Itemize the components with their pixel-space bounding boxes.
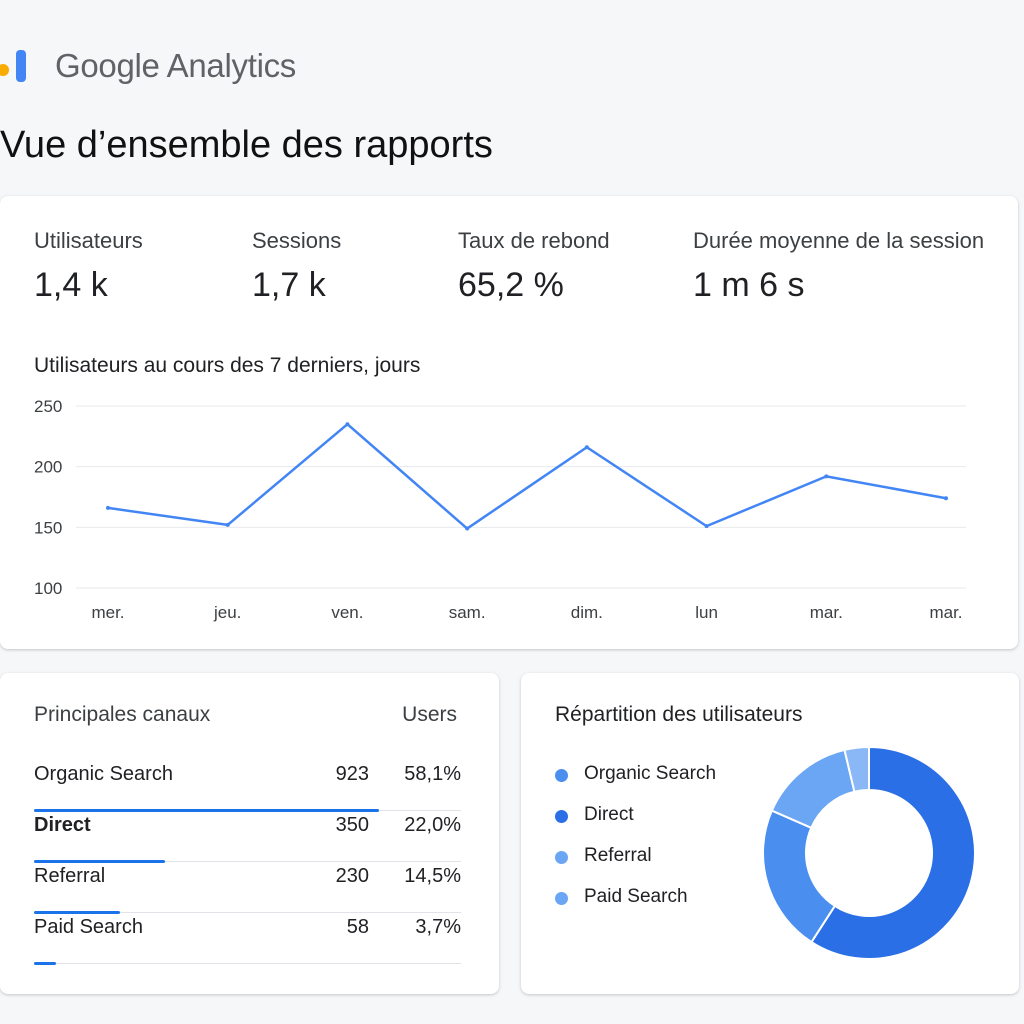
- data-point[interactable]: [106, 505, 110, 510]
- channel-percentage: 22,0%: [404, 814, 461, 836]
- y-tick-label: 250: [34, 397, 62, 416]
- metric-label: Taux de rebond: [458, 228, 610, 253]
- legend-dot-icon: [555, 810, 568, 823]
- y-tick-label: 150: [34, 518, 62, 537]
- channel-row[interactable]: Referral 230 14,5%: [34, 861, 461, 914]
- donut-slice[interactable]: [770, 748, 856, 830]
- metric-sessions[interactable]: Sessions 1,7 k: [252, 228, 341, 305]
- x-tick-label: mar.: [929, 603, 962, 622]
- legend-label: Organic Search: [584, 763, 717, 784]
- data-point[interactable]: [824, 474, 829, 479]
- channel-row[interactable]: Organic Search 923 58,1%: [34, 759, 461, 812]
- metric-session-duration[interactable]: Durée moyenne de la session 1 m 6 s: [693, 228, 984, 305]
- analytics-logo-icon: [0, 46, 30, 82]
- donut-slice[interactable]: [762, 809, 837, 944]
- users-series-line: [107, 422, 947, 530]
- page-title: Vue d’ensemble des rapports: [0, 124, 493, 166]
- users-donut-chart: [762, 745, 976, 960]
- channel-row[interactable]: Paid Search 58 3,7%: [34, 912, 461, 965]
- metric-value: 1,4 k: [34, 266, 108, 304]
- legend-dot-icon: [555, 851, 568, 864]
- x-tick-label: jeu.: [213, 603, 241, 622]
- metric-label: Utilisateurs: [34, 228, 143, 253]
- data-point[interactable]: [584, 445, 589, 450]
- data-point[interactable]: [465, 526, 470, 531]
- x-tick-label: lun: [695, 603, 718, 622]
- legend-label: Paid Search: [584, 886, 688, 907]
- metric-users[interactable]: Utilisateurs 1,4 k: [34, 228, 143, 305]
- channel-name: Organic Search: [34, 763, 173, 785]
- channel-row[interactable]: Direct 350 22,0%: [34, 810, 461, 863]
- x-tick-label: ven.: [331, 603, 363, 622]
- data-point[interactable]: [225, 522, 230, 527]
- x-tick-label: sam.: [449, 603, 486, 622]
- distribution-card: Répartition des utilisateurs Organic Sea…: [521, 673, 1019, 994]
- users-column-header: Users: [402, 703, 457, 726]
- y-tick-label: 100: [34, 579, 62, 598]
- metric-value: 65,2 %: [458, 266, 564, 304]
- channel-users: 58: [346, 916, 369, 938]
- legend-dot-icon: [555, 892, 568, 905]
- channel-percentage: 58,1%: [404, 763, 461, 785]
- channel-share-bar: [34, 962, 56, 965]
- metric-bounce-rate[interactable]: Taux de rebond 65,2 %: [458, 228, 610, 305]
- overview-card: Utilisateurs 1,4 k Sessions 1,7 k Taux d…: [0, 196, 1018, 649]
- metric-value: 1 m 6 s: [693, 266, 805, 304]
- channel-users: 230: [335, 865, 369, 887]
- legend-label: Direct: [584, 804, 634, 825]
- users-line-chart: 250 200 150 100 mer. jeu. ven. sam. dim. lun mar. m…: [34, 397, 966, 622]
- channels-card: Principales canaux Users Organic Search 9…: [0, 673, 499, 994]
- y-tick-label: 200: [34, 458, 62, 477]
- data-point[interactable]: [345, 422, 350, 427]
- logo-bar: [16, 50, 26, 82]
- distribution-title: Répartition des utilisateurs: [555, 703, 803, 726]
- channel-name: Paid Search: [34, 916, 143, 938]
- x-tick-label: dim.: [571, 603, 603, 622]
- metric-value: 1,7 k: [252, 266, 326, 304]
- legend-dot-icon: [555, 769, 568, 782]
- x-tick-label: mer.: [91, 603, 124, 622]
- data-point[interactable]: [704, 524, 709, 529]
- metric-label: Sessions: [252, 228, 342, 253]
- x-tick-label: mar.: [810, 603, 843, 622]
- channel-name: Referral: [34, 865, 106, 887]
- channel-users: 350: [335, 814, 369, 836]
- metric-label: Durée moyenne de la session: [693, 228, 985, 253]
- logo-dot: [0, 64, 9, 76]
- brand-name: Google Analytics: [55, 47, 297, 84]
- legend-label: Referral: [584, 845, 652, 866]
- channel-percentage: 14,5%: [404, 865, 461, 887]
- data-point[interactable]: [944, 496, 948, 501]
- channels-title: Principales canaux: [34, 703, 211, 726]
- channel-name: Direct: [34, 814, 91, 836]
- channel-percentage: 3,7%: [415, 916, 461, 938]
- chart-title: Utilisateurs au cours des 7 derniers, jo…: [34, 354, 421, 377]
- channel-users: 923: [335, 763, 369, 785]
